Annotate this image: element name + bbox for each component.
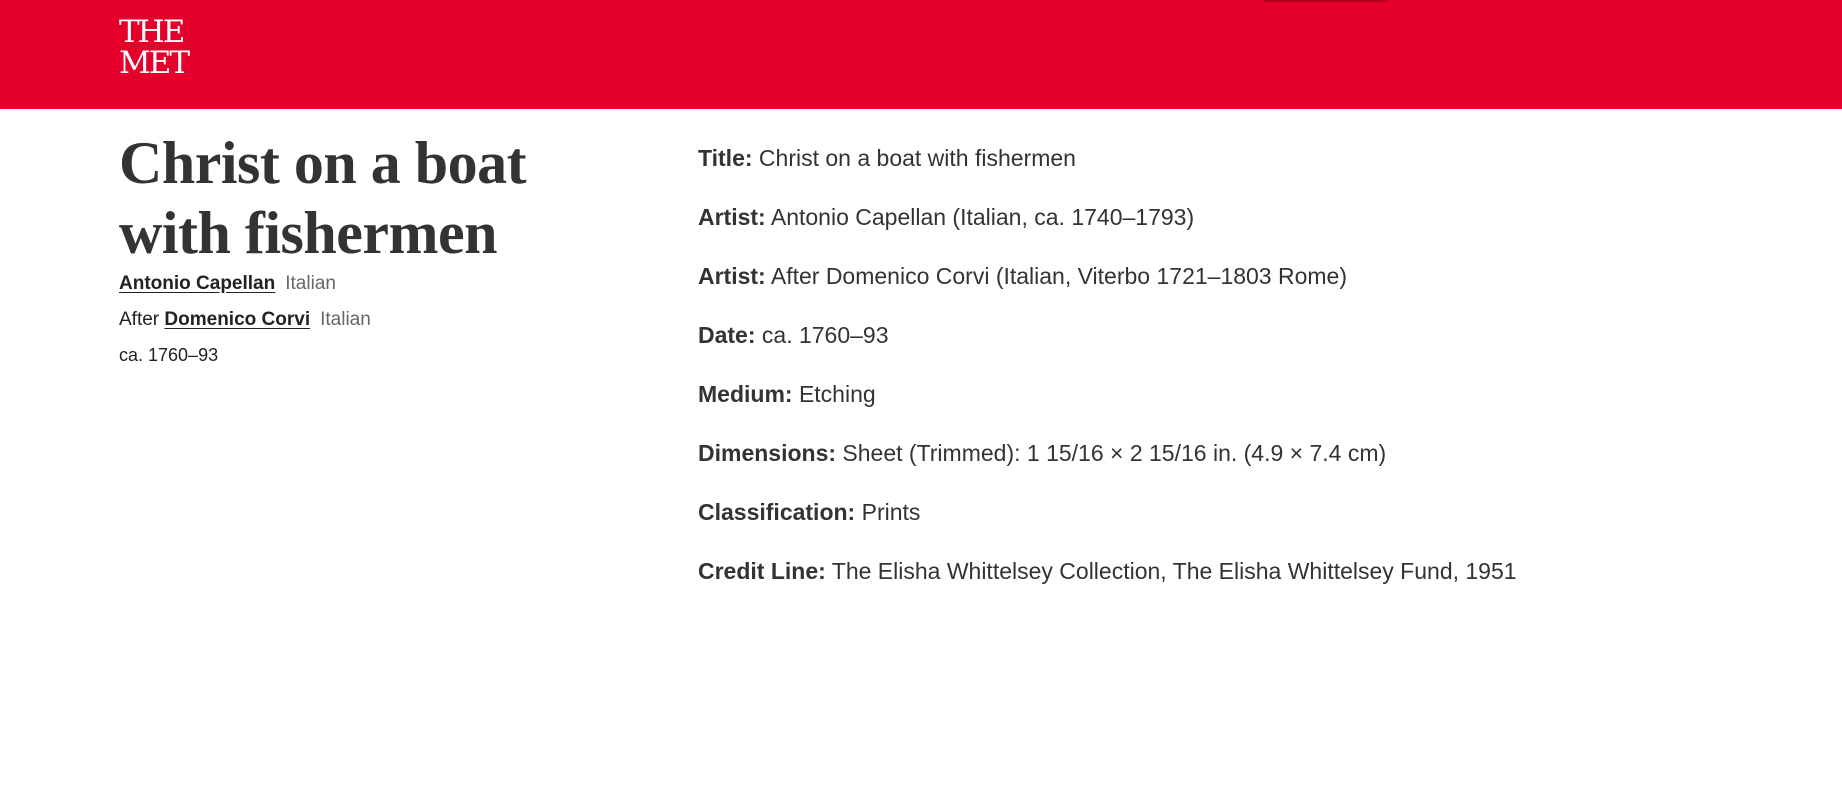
detail-date: Date: ca. 1760–93 <box>698 317 1698 353</box>
met-logo[interactable]: THE MET <box>119 14 190 81</box>
artist-link[interactable]: Antonio Capellan <box>119 273 275 294</box>
artist-nationality: Italian <box>285 273 336 294</box>
maker-line: After Domenico Corvi Italian <box>119 308 639 332</box>
artist-link[interactable]: Domenico Corvi <box>164 309 310 330</box>
detail-value: Antonio Capellan (Italian, ca. 1740–1793… <box>770 204 1195 230</box>
detail-label: Artist: <box>698 204 766 230</box>
detail-label: Classification: <box>698 499 856 525</box>
detail-label: Dimensions: <box>698 440 837 466</box>
detail-title: Title: Christ on a boat with fishermen <box>698 140 1698 176</box>
detail-label: Artist: <box>698 263 766 289</box>
detail-value: After Domenico Corvi (Italian, Viterbo 1… <box>770 263 1348 289</box>
object-summary: Christ on a boat with fishermen Antonio … <box>119 128 639 367</box>
detail-value: Prints <box>861 499 921 525</box>
nav-tab-indicator <box>1264 0 1388 2</box>
detail-value: Etching <box>798 381 876 407</box>
detail-label: Medium: <box>698 381 793 407</box>
detail-value: ca. 1760–93 <box>761 322 889 348</box>
object-title: Christ on a boat with fishermen <box>119 130 527 266</box>
site-header: THE MET <box>0 0 1842 109</box>
detail-label: Credit Line: <box>698 558 826 584</box>
detail-label: Title: <box>698 145 753 171</box>
detail-artist: Artist: After Domenico Corvi (Italian, V… <box>698 258 1698 294</box>
detail-credit-line: Credit Line: The Elisha Whittelsey Colle… <box>698 553 1698 589</box>
detail-value: Sheet (Trimmed): 1 15/16 × 2 15/16 in. (… <box>842 440 1387 466</box>
detail-classification: Classification: Prints <box>698 494 1698 530</box>
logo-line-1: THE <box>119 14 185 50</box>
detail-artist: Artist: Antonio Capellan (Italian, ca. 1… <box>698 199 1698 235</box>
logo-line-2: MET <box>119 45 190 81</box>
detail-value: The Elisha Whittelsey Collection, The El… <box>831 558 1517 584</box>
maker-prefix: After <box>119 309 160 330</box>
detail-value: Christ on a boat with fishermen <box>758 145 1076 171</box>
detail-label: Date: <box>698 322 756 348</box>
artist-nationality: Italian <box>320 309 371 330</box>
object-date: ca. 1760–93 <box>119 345 219 365</box>
maker-line: Antonio Capellan Italian <box>119 272 639 296</box>
detail-medium: Medium: Etching <box>698 376 1698 412</box>
detail-dimensions: Dimensions: Sheet (Trimmed): 1 15/16 × 2… <box>698 435 1698 471</box>
object-details: Title: Christ on a boat with fishermen A… <box>698 140 1698 612</box>
